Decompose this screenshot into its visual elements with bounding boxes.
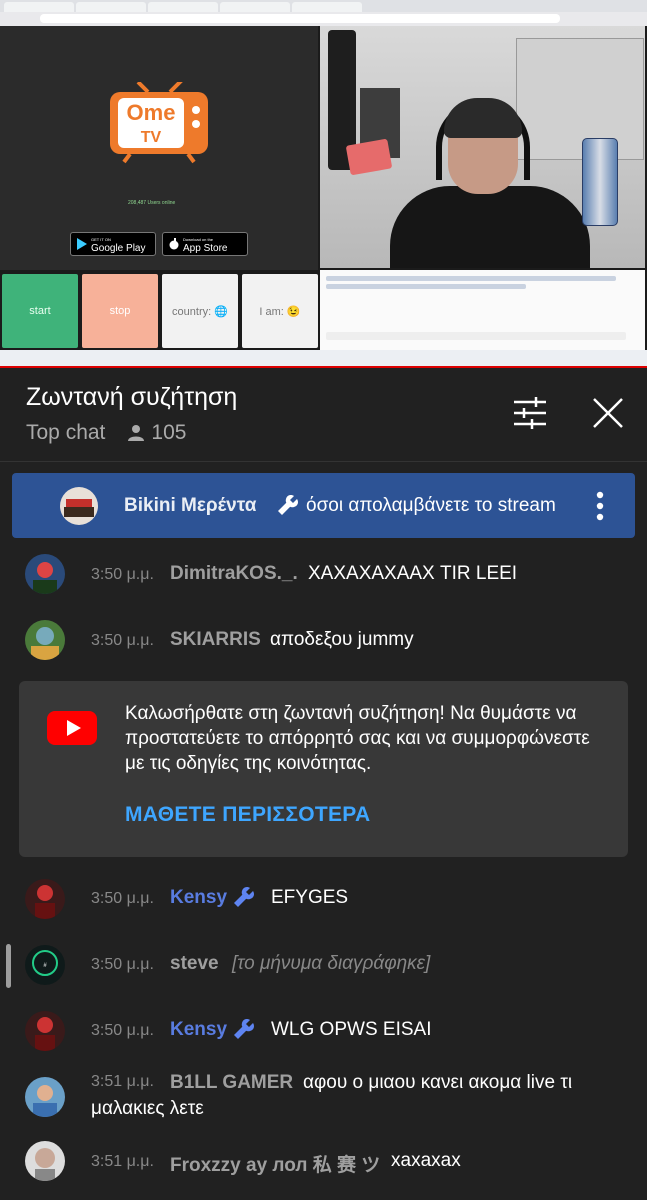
message-author[interactable]: steve <box>170 953 219 975</box>
youtube-icon <box>47 711 97 745</box>
chat-header: Ζωντανή συζήτηση Top chat 105 <box>0 369 647 462</box>
user-avatar <box>25 879 65 919</box>
ometv-logo: Ome TV <box>110 82 208 164</box>
google-play-icon <box>77 238 87 250</box>
welcome-text: Καλωσήρθατε στη ζωντανή συζήτηση! Να θυμ… <box>125 703 590 774</box>
windows-taskbar <box>0 350 647 366</box>
google-play-button[interactable]: GET IT ON Google Play <box>70 232 156 256</box>
browser-url-bar <box>40 14 560 23</box>
message-text-line1: αφου ο μιαου κανει ακομα live τι <box>303 1072 573 1093</box>
start-button[interactable]: start <box>2 274 78 348</box>
filter-settings-icon[interactable] <box>512 397 548 429</box>
person <box>390 186 590 268</box>
message-text: xaxaxax <box>391 1150 461 1171</box>
ome-logo-line2: TV <box>141 129 162 146</box>
pinned-author: Bikini Μερέντα <box>124 495 257 516</box>
learn-more-link[interactable]: ΜΑΘΕΤΕ ΠΕΡΙΣΣΟΤΕΡΑ <box>125 803 371 827</box>
user-avatar <box>25 554 65 594</box>
wall-posters <box>516 38 644 160</box>
wrench-icon <box>234 1019 254 1039</box>
apple-icon <box>169 238 179 250</box>
message-author-moderator[interactable]: Kensy <box>170 1019 227 1041</box>
video-progress-bar[interactable] <box>0 366 647 368</box>
message-text: ΧΑΧΑΧΑΧΑΑΧ TIR LEEI <box>308 563 518 584</box>
message-time: 3:50 μ.μ. <box>91 956 154 973</box>
message-time: 3:50 μ.μ. <box>91 890 154 907</box>
browser-tabs <box>0 0 647 12</box>
close-icon[interactable] <box>590 395 626 431</box>
message-author[interactable]: DimitraKOS._. <box>170 563 298 585</box>
user-avatar <box>25 1011 65 1051</box>
scrollbar-thumb[interactable] <box>6 944 11 988</box>
app-store-button[interactable]: Download on the App Store <box>162 232 248 256</box>
pinned-message[interactable]: Bikini Μερέντα όσοι απολαμβάνετε το stre… <box>12 473 635 538</box>
chat-title: Ζωντανή συζήτηση <box>26 383 238 411</box>
message-author[interactable]: SKIARRIS <box>170 629 261 651</box>
message-text-line2: μαλακιες λετε <box>91 1098 204 1119</box>
gender-selector[interactable]: I am: 😉 <box>242 274 318 348</box>
energy-drink-can <box>582 138 618 226</box>
ome-logo-line1: Ome <box>127 100 176 125</box>
message-time: 3:50 μ.μ. <box>91 566 154 583</box>
pinned-avatar <box>60 487 98 525</box>
message-text: αποδεξου jummy <box>270 629 414 650</box>
user-avatar: # <box>25 945 65 985</box>
chat-mode-label[interactable]: Top chat <box>26 421 105 445</box>
wrench-icon <box>278 495 298 515</box>
pinned-text: όσοι απολαμβάνετε το stream <box>306 495 556 516</box>
app-store-label: App Store <box>183 243 228 254</box>
wrench-icon <box>234 887 254 907</box>
webcam-feed <box>320 26 645 268</box>
user-avatar <box>25 1141 65 1181</box>
country-selector[interactable]: country: 🌐 <box>162 274 238 348</box>
online-count: 208,487 Users online <box>128 200 176 206</box>
google-play-label: Google Play <box>91 243 146 254</box>
message-time: 3:51 μ.μ. <box>91 1153 154 1170</box>
message-time: 3:51 μ.μ. <box>91 1073 154 1090</box>
deleted-message-notice: [το μήνυμα διαγράφηκε] <box>232 953 431 974</box>
message-time: 3:50 μ.μ. <box>91 632 154 649</box>
message-text: EFYGES <box>271 887 349 908</box>
viewer-count-value: 105 <box>151 421 187 444</box>
person-icon <box>128 425 145 441</box>
message-author[interactable]: Froxzzy ay лол 私 赛 ツ <box>170 1150 380 1177</box>
embedded-browser-bar <box>0 0 647 26</box>
more-options-icon[interactable] <box>596 491 604 521</box>
video-player[interactable]: Ome TV 208,487 Users online GET IT ON Go… <box>0 0 647 368</box>
message-time: 3:50 μ.μ. <box>91 1022 154 1039</box>
user-avatar <box>25 620 65 660</box>
stop-button[interactable]: stop <box>82 274 158 348</box>
ometv-panel: Ome TV 208,487 Users online GET IT ON Go… <box>0 26 318 270</box>
message-text: WLG OPWS EISAI <box>271 1019 432 1040</box>
user-avatar <box>25 1077 65 1117</box>
chat-mode-selector[interactable]: Top chat 105 <box>26 421 186 445</box>
viewer-count: 105 <box>127 421 186 445</box>
message-author[interactable]: B1LL GAMER <box>170 1072 293 1094</box>
ometv-chat-area <box>320 270 645 350</box>
welcome-banner: Καλωσήρθατε στη ζωντανή συζήτηση! Να θυμ… <box>19 681 628 857</box>
message-author-moderator[interactable]: Kensy <box>170 887 227 909</box>
